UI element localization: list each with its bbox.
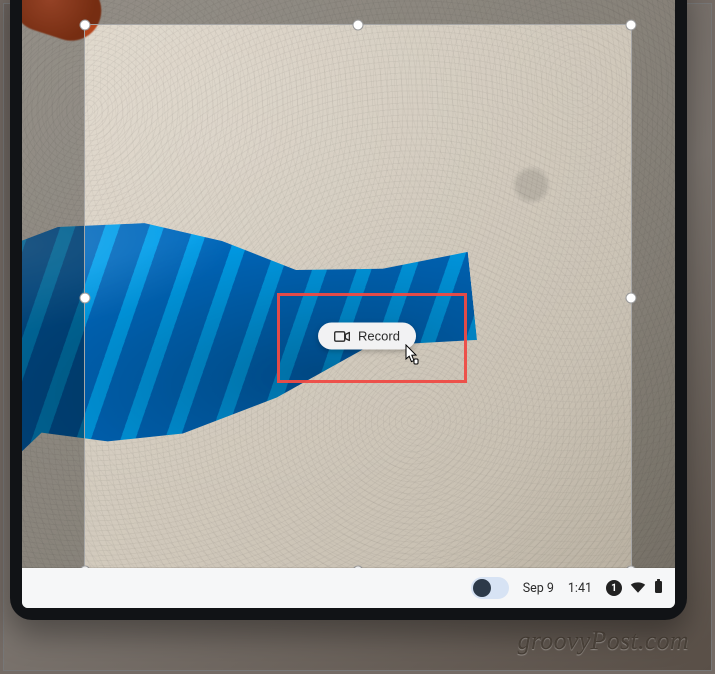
resize-handle-nw[interactable] [80, 20, 91, 31]
wifi-icon [630, 579, 646, 598]
watermark-text: groovyPost.com [518, 626, 689, 656]
screen: Record Sep 9 1:41 1 [22, 0, 675, 608]
shelf-time[interactable]: 1:41 [568, 581, 592, 596]
resize-handle-n[interactable] [353, 20, 364, 31]
record-button-label: Record [358, 329, 400, 344]
shelf-toggle[interactable] [471, 577, 509, 599]
resize-handle-e[interactable] [626, 293, 637, 304]
notification-count-badge[interactable]: 1 [606, 580, 622, 596]
chromeos-shelf: Sep 9 1:41 1 [22, 568, 675, 608]
monitor-bezel: Record Sep 9 1:41 1 [10, 0, 687, 620]
shelf-status-tray[interactable]: 1 [606, 579, 663, 598]
capture-selection-box[interactable] [84, 24, 632, 572]
videocam-icon [334, 330, 350, 342]
screenshot-frame: Record Sep 9 1:41 1 [3, 3, 712, 671]
resize-handle-ne[interactable] [626, 20, 637, 31]
shelf-date[interactable]: Sep 9 [523, 581, 554, 596]
record-button[interactable]: Record [318, 323, 416, 350]
resize-handle-w[interactable] [80, 293, 91, 304]
battery-icon [654, 579, 663, 598]
